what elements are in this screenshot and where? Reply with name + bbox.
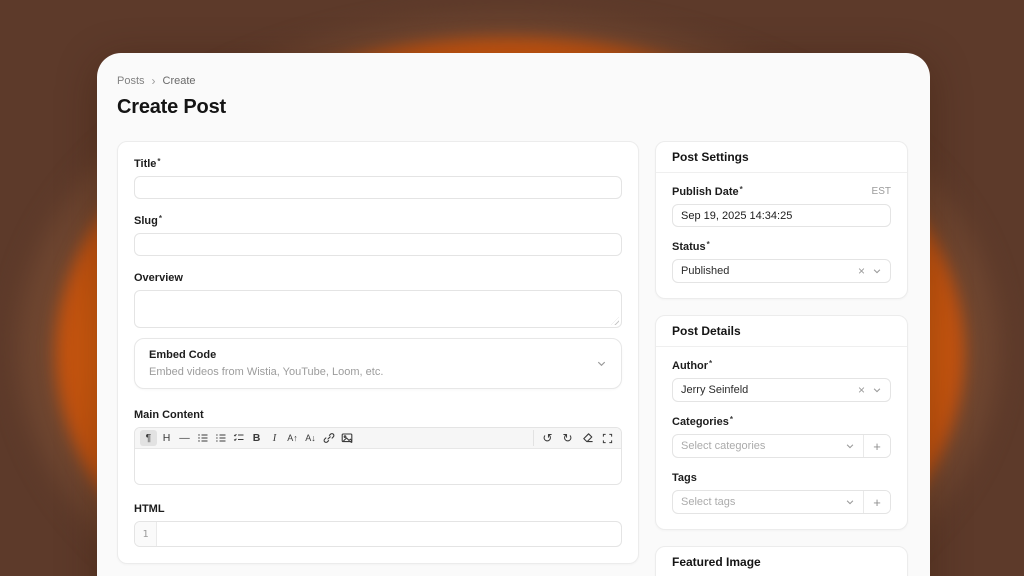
tags-field: Tags Select tags +	[672, 472, 891, 514]
breadcrumb: Posts › Create	[117, 75, 908, 87]
categories-field: Categories * Select categories +	[672, 415, 891, 458]
tags-label: Tags	[672, 472, 697, 484]
required-mark: *	[706, 240, 710, 249]
author-field: Author * Jerry Seinfeld ×	[672, 359, 891, 402]
embed-code-collapsible[interactable]: Embed Code Embed videos from Wistia, You…	[134, 338, 622, 389]
breadcrumb-posts[interactable]: Posts	[117, 75, 145, 87]
bold-icon[interactable]: B	[248, 430, 265, 446]
overview-textarea[interactable]	[134, 290, 622, 328]
categories-label: Categories	[672, 416, 729, 428]
rte-content-area[interactable]	[135, 449, 621, 484]
tags-select[interactable]: Select tags	[673, 491, 863, 513]
title-field: Title *	[134, 157, 622, 199]
required-mark: *	[709, 359, 713, 368]
clear-icon[interactable]: ×	[858, 384, 865, 396]
chevron-down-icon[interactable]	[596, 358, 607, 369]
bullet-list-icon[interactable]	[194, 430, 211, 446]
author-value: Jerry Seinfeld	[681, 384, 749, 396]
publish-date-input[interactable]: Sep 19, 2025 14:34:25	[672, 204, 891, 227]
post-details-title: Post Details	[656, 316, 907, 347]
required-mark: *	[729, 415, 733, 424]
chevron-down-icon[interactable]	[872, 266, 882, 276]
heading-icon[interactable]: H	[158, 430, 175, 446]
undo-icon[interactable]: ↺	[539, 430, 556, 446]
link-icon[interactable]	[320, 430, 337, 446]
sidebar: Post Settings Publish Date * EST Sep 19, …	[655, 141, 908, 576]
required-mark: *	[739, 185, 743, 194]
post-settings-title: Post Settings	[656, 142, 907, 173]
horizontal-rule-icon[interactable]: —	[176, 430, 193, 446]
featured-image-card: Featured Image	[655, 546, 908, 576]
html-label: HTML	[134, 503, 165, 515]
required-mark: *	[157, 157, 161, 166]
post-details-card: Post Details Author * Jerry Seinfeld × C…	[655, 315, 908, 530]
status-label: Status	[672, 241, 706, 253]
html-code-editor: 1	[134, 521, 622, 547]
paragraph-icon[interactable]: ¶	[140, 430, 157, 446]
categories-select[interactable]: Select categories	[673, 435, 863, 457]
subscript-icon[interactable]: A↓	[302, 430, 319, 446]
required-mark: *	[158, 214, 162, 223]
post-settings-card: Post Settings Publish Date * EST Sep 19, …	[655, 141, 908, 299]
clear-icon[interactable]: ×	[858, 265, 865, 277]
redo-icon[interactable]: ↻	[559, 430, 576, 446]
chevron-down-icon[interactable]	[845, 441, 855, 451]
image-icon[interactable]	[338, 430, 355, 446]
line-number: 1	[135, 522, 157, 546]
tags-placeholder: Select tags	[681, 496, 736, 508]
main-content-label: Main Content	[134, 409, 204, 421]
post-form-card: Title * Slug * Overview Embed Code Embed…	[117, 141, 639, 564]
eraser-icon[interactable]	[579, 430, 596, 446]
rte-toolbar: ¶ H — B I A↑ A↓ ↺ ↻	[135, 428, 621, 449]
page-title: Create Post	[117, 96, 226, 118]
title-label: Title	[134, 158, 157, 170]
chevron-right-icon: ›	[151, 74, 156, 88]
main-content-field: Main Content ¶ H — B I A↑ A↓ ↺ ↻	[134, 409, 622, 485]
overview-field: Overview	[134, 272, 622, 328]
italic-icon[interactable]: I	[266, 430, 283, 446]
author-select[interactable]: Jerry Seinfeld ×	[672, 378, 891, 402]
slug-input[interactable]	[134, 233, 622, 256]
slug-label: Slug	[134, 215, 158, 227]
check-list-icon[interactable]	[230, 430, 247, 446]
publish-date-field: Publish Date * EST Sep 19, 2025 14:34:25	[672, 185, 891, 227]
author-label: Author	[672, 360, 709, 372]
code-input[interactable]	[157, 522, 621, 546]
embed-code-label: Embed Code	[149, 349, 217, 361]
embed-code-description: Embed videos from Wistia, YouTube, Loom,…	[149, 366, 384, 378]
fullscreen-icon[interactable]	[599, 430, 616, 446]
featured-image-title: Featured Image	[672, 555, 761, 569]
html-field: HTML 1	[134, 503, 622, 547]
chevron-down-icon[interactable]	[872, 385, 882, 395]
title-input[interactable]	[134, 176, 622, 199]
add-tag-button[interactable]: +	[863, 491, 890, 513]
ordered-list-icon[interactable]	[212, 430, 229, 446]
publish-date-label: Publish Date	[672, 186, 739, 198]
status-field: Status * Published ×	[672, 240, 891, 283]
categories-placeholder: Select categories	[681, 440, 766, 452]
rich-text-editor: ¶ H — B I A↑ A↓ ↺ ↻	[134, 427, 622, 485]
superscript-icon[interactable]: A↑	[284, 430, 301, 446]
add-category-button[interactable]: +	[863, 435, 890, 457]
app-window: Posts › Create Create Post Title * Slug * …	[97, 53, 930, 576]
breadcrumb-create: Create	[162, 75, 196, 87]
chevron-down-icon[interactable]	[845, 497, 855, 507]
status-value: Published	[681, 265, 730, 277]
slug-field: Slug *	[134, 214, 622, 256]
status-select[interactable]: Published ×	[672, 259, 891, 283]
timezone-label: EST	[871, 186, 891, 197]
overview-label: Overview	[134, 272, 183, 284]
